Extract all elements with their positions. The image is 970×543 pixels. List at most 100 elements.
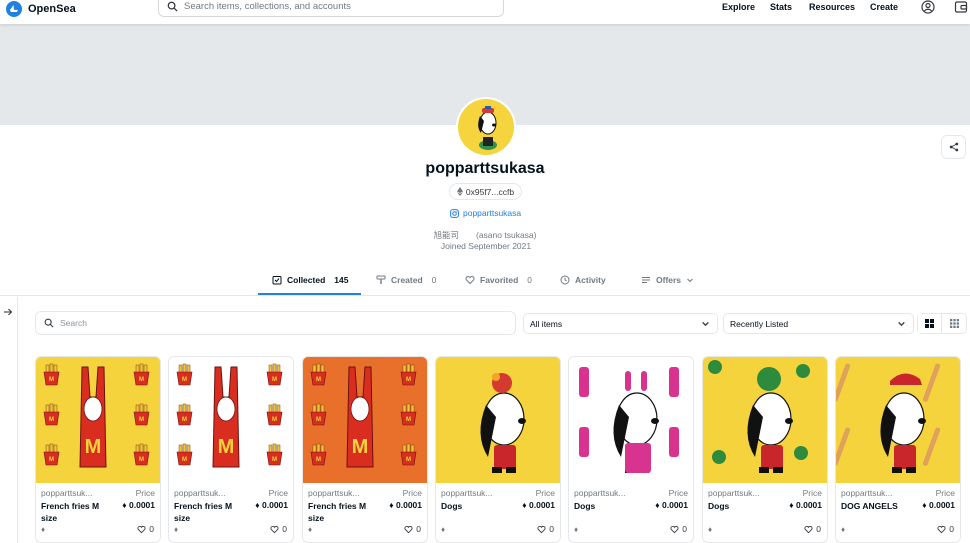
nft-card[interactable]: M M M M M M M popparttsuk... Price Frenc…: [302, 356, 428, 543]
nft-name: French fries M size: [308, 501, 367, 523]
instagram-link[interactable]: popparttsukasa: [450, 208, 521, 218]
ethereum-icon: ♦: [841, 525, 846, 534]
nft-owner[interactable]: popparttsuk...: [841, 488, 893, 498]
nft-price: ♦ 0.0001: [255, 500, 288, 510]
items-search-input[interactable]: Search: [35, 311, 516, 335]
chevron-down-icon: [702, 321, 709, 327]
tab-collected[interactable]: Collected 145: [272, 275, 348, 285]
wallet-address-button[interactable]: 0x95f7...ccfb: [449, 183, 522, 200]
nft-card[interactable]: popparttsuk... Price Dogs ♦ 0.0001 ♦ 0: [702, 356, 828, 543]
nft-card[interactable]: popparttsuk... Price Dogs ♦ 0.0001 ♦ 0: [568, 356, 694, 543]
nft-owner[interactable]: popparttsuk...: [574, 488, 626, 498]
profile-username: popparttsukasa: [425, 160, 545, 177]
large-grid-icon: [925, 319, 934, 328]
large-grid-button[interactable]: [918, 314, 943, 333]
tab-activity[interactable]: Activity: [560, 275, 606, 285]
instagram-handle: popparttsukasa: [463, 208, 522, 218]
nft-card[interactable]: M M M M M M M popparttsuk... Price Frenc…: [168, 356, 294, 543]
nft-image[interactable]: [436, 357, 560, 483]
ethereum-icon: ♦: [574, 525, 579, 534]
tab-favorited[interactable]: Favorited 0: [465, 275, 532, 285]
nft-owner[interactable]: popparttsuk...: [708, 488, 760, 498]
nav-resources[interactable]: Resources: [809, 2, 855, 12]
svg-text:M: M: [182, 417, 187, 423]
nft-image[interactable]: [569, 357, 693, 483]
like-count: 0: [682, 524, 687, 534]
chevron-down-icon: [687, 278, 693, 283]
nft-image[interactable]: M M M M M M M: [169, 357, 293, 483]
price-label: Price: [935, 488, 955, 498]
small-grid-button[interactable]: [942, 314, 966, 333]
global-search-input[interactable]: Search items, collections, and accounts: [158, 0, 504, 17]
like-count: 0: [416, 524, 421, 534]
heart-icon: [137, 525, 146, 533]
items-filter-value: All items: [530, 318, 563, 329]
nft-image[interactable]: [836, 357, 960, 483]
nft-image[interactable]: M M M M M M M: [303, 357, 427, 483]
share-button[interactable]: [941, 135, 966, 159]
svg-text:M: M: [49, 457, 54, 463]
nft-name: Dogs: [708, 501, 730, 511]
collected-icon: [272, 276, 282, 285]
like-button[interactable]: 0: [804, 524, 821, 534]
items-filter-select[interactable]: All items: [523, 313, 718, 334]
nft-card[interactable]: popparttsuk... Price Dogs ♦ 0.0001 ♦ 0: [435, 356, 561, 543]
nft-owner[interactable]: popparttsuk...: [441, 488, 493, 498]
like-button[interactable]: 0: [404, 524, 421, 534]
svg-text:M: M: [352, 436, 369, 458]
nav-create[interactable]: Create: [870, 2, 898, 12]
like-count: 0: [549, 524, 554, 534]
ethereum-icon: [456, 187, 463, 196]
svg-text:M: M: [182, 457, 187, 463]
svg-text:M: M: [49, 417, 54, 423]
tab-offers[interactable]: Offers: [641, 275, 694, 285]
nft-price: ♦ 0.0001: [122, 500, 155, 510]
nav-stats[interactable]: Stats: [770, 2, 792, 12]
tab-favorited-count: 0: [527, 275, 532, 285]
nft-card[interactable]: M M M M M M M popparttsuk... Price Frenc…: [35, 356, 161, 543]
profile-tabs: Collected 145 Created 0 Favorited 0 Acti…: [0, 264, 970, 296]
heart-icon: [670, 525, 679, 533]
price-label: Price: [268, 488, 288, 498]
nav-explore[interactable]: Explore: [722, 2, 755, 12]
small-grid-icon: [949, 319, 959, 328]
nft-price: ♦ 0.0001: [522, 500, 555, 510]
tab-created[interactable]: Created 0: [376, 275, 436, 285]
sort-select[interactable]: Recently Listed: [723, 313, 914, 334]
grid-view-toggle: [917, 313, 967, 334]
nft-price: ♦ 0.0001: [789, 500, 822, 510]
wallet-icon[interactable]: [954, 0, 968, 14]
like-button[interactable]: 0: [670, 524, 687, 534]
like-count: 0: [149, 524, 154, 534]
joined-date: Joined September 2021: [440, 241, 532, 251]
nft-price: ♦ 0.0001: [655, 500, 688, 510]
like-button[interactable]: 0: [270, 524, 287, 534]
tab-created-label: Created: [391, 275, 423, 285]
like-button[interactable]: 0: [537, 524, 554, 534]
like-button[interactable]: 0: [137, 524, 154, 534]
tab-collected-label: Collected: [287, 275, 326, 285]
svg-text:M: M: [406, 417, 411, 423]
svg-text:M: M: [316, 457, 321, 463]
account-icon[interactable]: [921, 0, 935, 14]
arrow-right-icon[interactable]: [3, 307, 13, 317]
opensea-logo[interactable]: OpenSea: [6, 1, 76, 17]
nft-image[interactable]: [703, 357, 827, 483]
nft-name: Dogs: [441, 501, 463, 511]
like-button[interactable]: 0: [937, 524, 954, 534]
nft-card[interactable]: popparttsuk... Price DOG ANGELS ♦ 0.0001…: [835, 356, 961, 543]
nft-owner[interactable]: popparttsuk...: [308, 488, 360, 498]
nft-name: DOG ANGELS: [841, 501, 898, 511]
svg-text:M: M: [316, 417, 321, 423]
svg-text:M: M: [406, 457, 411, 463]
wallet-address: 0x95f7...ccfb: [465, 186, 515, 197]
like-count: 0: [816, 524, 821, 534]
chevron-down-icon: [898, 321, 905, 327]
nft-image[interactable]: M M M M M M M: [36, 357, 160, 483]
tab-activity-label: Activity: [575, 275, 606, 285]
tab-collected-count: 145: [334, 275, 349, 285]
price-label: Price: [802, 488, 822, 498]
like-count: 0: [949, 524, 954, 534]
nft-owner[interactable]: popparttsuk...: [41, 488, 93, 498]
nft-owner[interactable]: popparttsuk...: [174, 488, 226, 498]
